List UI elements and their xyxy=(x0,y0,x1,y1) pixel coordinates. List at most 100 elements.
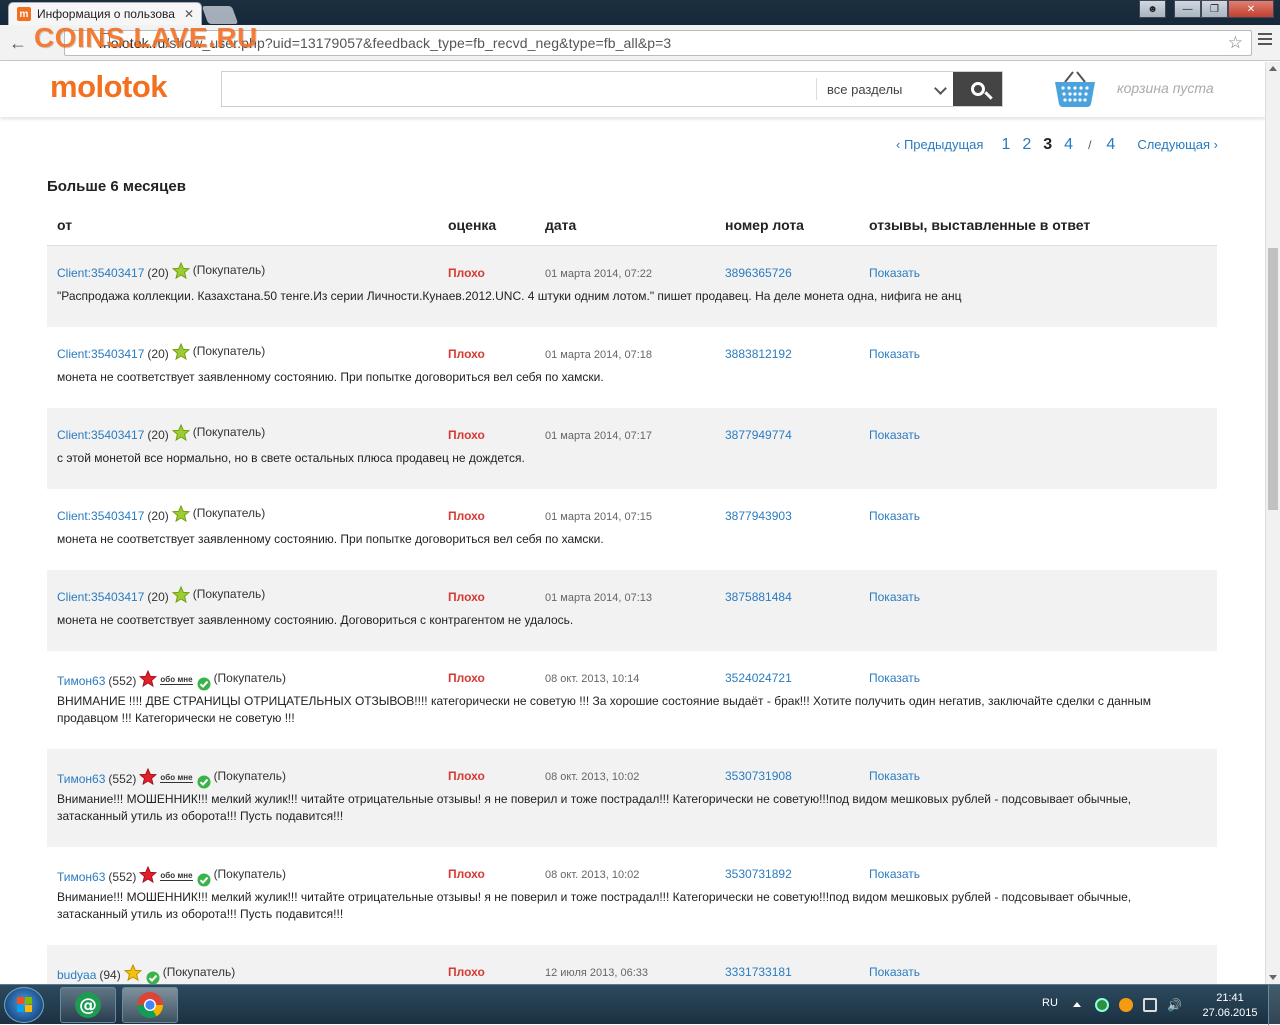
new-tab-button[interactable] xyxy=(201,6,239,24)
feedback-comment: монета не соответствует заявленному сост… xyxy=(57,532,604,546)
volume-tray-icon[interactable]: 🔊 xyxy=(1167,998,1182,1012)
feedback-author: budyaa (94) (Покупатель) xyxy=(57,963,235,985)
lot-number-link[interactable]: 3530731908 xyxy=(725,769,792,783)
restore-button[interactable]: ❐ xyxy=(1201,0,1228,18)
rating-star-icon xyxy=(139,865,158,883)
lot-number-link[interactable]: 3524024721 xyxy=(725,671,792,685)
show-response-link[interactable]: Показать xyxy=(869,347,920,361)
search-button[interactable] xyxy=(953,72,1002,106)
user-score: (20) xyxy=(147,347,169,361)
lot-number-link[interactable]: 3896365726 xyxy=(725,266,792,280)
update-tray-icon[interactable] xyxy=(1119,998,1133,1012)
chrome-menu-icon[interactable] xyxy=(1258,33,1272,45)
show-response-link[interactable]: Показать xyxy=(869,867,920,881)
language-indicator[interactable]: RU xyxy=(1042,997,1058,1009)
user-link[interactable]: Тимон63 xyxy=(57,870,105,884)
lot-number-link[interactable]: 3877949774 xyxy=(725,428,792,442)
browser-tab[interactable]: m Информация о пользова ✕ xyxy=(8,2,202,25)
user-link[interactable]: Client:35403417 xyxy=(57,266,144,280)
search-input[interactable] xyxy=(222,72,816,106)
page-link-4[interactable]: 4 xyxy=(1064,136,1073,154)
rating-star-icon xyxy=(139,767,158,785)
user-profile-icon[interactable]: ☻ xyxy=(1139,0,1166,18)
show-response-link[interactable]: Показать xyxy=(869,965,920,979)
chevron-down-icon xyxy=(934,82,947,95)
col-from: от xyxy=(57,217,73,233)
feedback-date: 08 окт. 2013, 10:14 xyxy=(545,673,640,685)
mail-agent-taskbar-icon[interactable]: @ xyxy=(60,987,116,1023)
next-page-link[interactable]: Следующая › xyxy=(1137,137,1218,152)
about-me-link[interactable]: обо мне xyxy=(160,675,193,685)
page-link-2[interactable]: 2 xyxy=(1022,136,1031,154)
lot-number-link[interactable]: 3331733181 xyxy=(725,965,792,979)
user-score: (552) xyxy=(108,772,137,786)
rating-star-icon xyxy=(171,342,190,360)
antivirus-tray-icon[interactable] xyxy=(1095,998,1109,1012)
user-score: (20) xyxy=(147,509,169,523)
user-role: (Покупатель) xyxy=(192,425,266,439)
feedback-author: Тимон63 (552) обо мне (Покупатель) xyxy=(57,669,286,691)
last-page-link[interactable]: 4 xyxy=(1106,136,1115,154)
tab-close-icon[interactable]: ✕ xyxy=(184,7,194,21)
show-response-link[interactable]: Показать xyxy=(869,266,920,280)
network-tray-icon[interactable] xyxy=(1143,998,1157,1012)
prev-page-link[interactable]: ‹ Предыдущая xyxy=(896,137,983,152)
system-clock[interactable]: 21:41 27.06.2015 xyxy=(1198,991,1262,1021)
user-score: (20) xyxy=(147,428,169,442)
back-arrow-icon[interactable]: ← xyxy=(6,31,30,55)
lot-number-link[interactable]: 3875881484 xyxy=(725,590,792,604)
scroll-up-icon[interactable] xyxy=(1269,66,1277,71)
close-window-button[interactable]: ✕ xyxy=(1228,0,1274,18)
user-link[interactable]: Client:35403417 xyxy=(57,428,144,442)
verified-check-icon xyxy=(146,971,160,985)
user-link[interactable]: budyaa xyxy=(57,968,96,982)
cart-status[interactable]: корзина пуста xyxy=(1117,80,1214,96)
category-select[interactable]: все разделы xyxy=(816,78,953,100)
chrome-taskbar-icon[interactable] xyxy=(122,987,178,1023)
scroll-thumb[interactable] xyxy=(1268,248,1278,510)
user-score: (94) xyxy=(99,968,121,982)
feedback-date: 01 марта 2014, 07:13 xyxy=(545,592,653,604)
about-me-link[interactable]: обо мне xyxy=(160,773,193,783)
show-response-link[interactable]: Показать xyxy=(869,590,920,604)
show-response-link[interactable]: Показать xyxy=(869,428,920,442)
verified-check-icon xyxy=(197,677,211,691)
scroll-down-icon[interactable] xyxy=(1269,975,1277,980)
page-link-1[interactable]: 1 xyxy=(1001,136,1010,154)
rating-star-icon xyxy=(171,504,190,522)
show-response-link[interactable]: Показать xyxy=(869,671,920,685)
clock-date: 27.06.2015 xyxy=(1202,1007,1258,1019)
feedback-list: Client:35403417 (20) (Покупатель) Плохо … xyxy=(47,246,1217,985)
about-me-link[interactable]: обо мне xyxy=(160,871,193,881)
user-link[interactable]: Тимон63 xyxy=(57,674,105,688)
rating-value: Плохо xyxy=(448,266,485,280)
show-response-link[interactable]: Показать xyxy=(869,509,920,523)
col-lot: номер лота xyxy=(725,217,804,233)
bookmark-star-icon[interactable]: ☆ xyxy=(1228,33,1243,53)
search-form: все разделы xyxy=(221,71,1003,107)
show-response-link[interactable]: Показать xyxy=(869,769,920,783)
user-link[interactable]: Тимон63 xyxy=(57,772,105,786)
page-scrollbar[interactable] xyxy=(1265,62,1280,984)
feedback-comment: Внимание!!! МОШЕННИК!!! мелкий жулик!!! … xyxy=(57,890,1132,921)
site-header: molotok все разделы корзина пуста xyxy=(0,62,1266,117)
tray-expand-icon[interactable] xyxy=(1073,1002,1081,1007)
lot-number-link[interactable]: 3530731892 xyxy=(725,867,792,881)
user-link[interactable]: Client:35403417 xyxy=(57,590,144,604)
minimize-button[interactable]: — xyxy=(1174,0,1201,18)
current-page: 3 xyxy=(1043,136,1053,153)
rating-value: Плохо xyxy=(448,769,485,783)
user-link[interactable]: Client:35403417 xyxy=(57,509,144,523)
site-logo[interactable]: molotok xyxy=(50,69,168,105)
verified-check-icon xyxy=(197,873,211,887)
lot-number-link[interactable]: 3877943903 xyxy=(725,509,792,523)
user-link[interactable]: Client:35403417 xyxy=(57,347,144,361)
show-desktop-button[interactable] xyxy=(1268,985,1280,1025)
address-bar[interactable]: molotok.ru/show_user.php?uid=13179057&fe… xyxy=(64,30,1252,56)
start-button[interactable] xyxy=(4,987,44,1023)
search-icon xyxy=(970,82,985,96)
at-sign-icon: @ xyxy=(75,992,101,1018)
lot-number-link[interactable]: 3883812192 xyxy=(725,347,792,361)
basket-icon[interactable] xyxy=(1053,70,1097,108)
col-responses: отзывы, выставленные в ответ xyxy=(869,217,1091,233)
